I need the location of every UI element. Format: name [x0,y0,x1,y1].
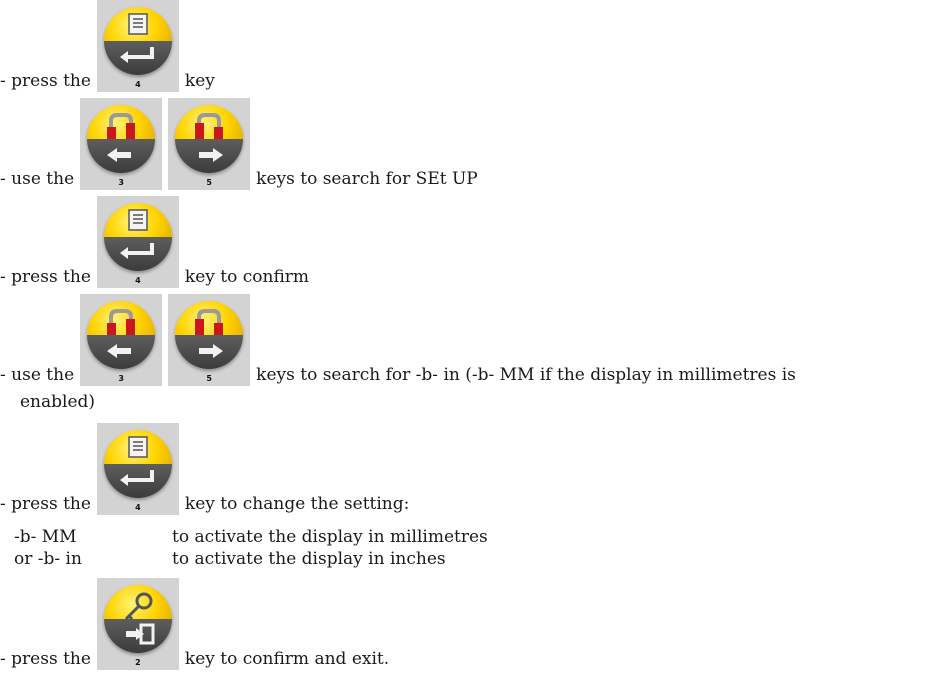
key-number: 5 [206,374,212,383]
right-arrow-key-button[interactable]: 5 [168,294,251,386]
step-3-suffix: key to confirm [184,267,310,287]
step-1: - press the 4 key [0,0,215,92]
exit-key-button[interactable]: 2 [96,578,179,670]
enter-key-icon [119,209,154,259]
step-4-suffix: keys to search for -b- in (-b- MM if the… [256,365,796,385]
enter-key-button[interactable]: 4 [96,196,179,288]
enter-key-icon [119,436,154,486]
enter-key-button[interactable]: 4 [96,0,179,92]
setting-option-mm: -b- MM [14,527,77,547]
enter-key-icon [119,13,154,63]
step-3: - press the 4 key to confirm [0,196,309,288]
step-6-suffix: key to confirm and exit. [184,649,390,669]
step-1-prefix: - press the [0,71,91,91]
step-6-prefix: - press the [0,649,91,669]
step-2-prefix: - use the [0,169,75,189]
key-number: 4 [135,80,141,89]
step-4: - use the 3 5 keys to search for -b- in … [0,294,796,386]
step-2: - use the 3 5 keys to search for SEt UP [0,98,478,190]
exit-key-icon [124,592,155,645]
left-arrow-key-icon [107,113,136,162]
setting-description-in: to activate the display in inches [172,549,446,569]
key-number: 3 [118,374,124,383]
key-number: 3 [118,178,124,187]
step-6: - press the 2 key to confirm and exit. [0,578,389,670]
step-4-prefix: - use the [0,365,75,385]
setting-option-in: or -b- in [14,549,82,569]
right-arrow-key-button[interactable]: 5 [168,98,251,190]
left-arrow-key-button[interactable]: 3 [80,294,163,386]
step-4-continuation: enabled) [20,392,96,412]
right-arrow-key-icon [195,113,224,162]
step-5-prefix: - press the [0,494,91,514]
key-number: 4 [135,276,141,285]
left-arrow-key-icon [107,309,136,358]
left-arrow-key-button[interactable]: 3 [80,98,163,190]
step-3-prefix: - press the [0,267,91,287]
key-number: 5 [206,178,212,187]
step-1-suffix: key [184,71,215,91]
right-arrow-key-icon [195,309,224,358]
step-5: - press the 4 key to change the setting: [0,423,409,515]
step-2-suffix: keys to search for SEt UP [256,169,478,189]
enter-key-button[interactable]: 4 [96,423,179,515]
key-number: 2 [135,658,141,667]
setting-description-mm: to activate the display in millimetres [172,527,488,547]
step-5-suffix: key to change the setting: [184,494,410,514]
key-number: 4 [135,503,141,512]
